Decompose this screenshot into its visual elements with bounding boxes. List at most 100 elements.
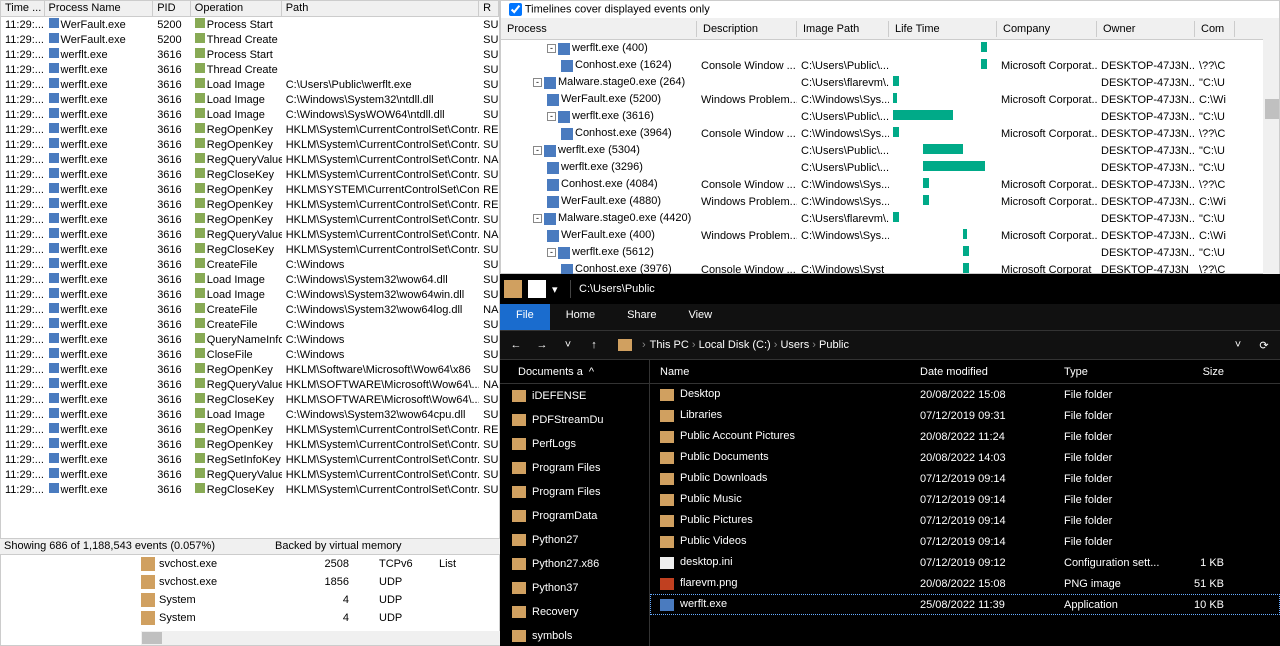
event-row[interactable]: 11:29:...werflt.exe3616CreateFileC:\Wind…: [1, 317, 499, 332]
tree-toggle-icon[interactable]: -: [533, 214, 542, 223]
event-row[interactable]: 11:29:...werflt.exe3616Process StartSU: [1, 47, 499, 62]
event-row[interactable]: 11:29:...werflt.exe3616RegCloseKeyHKLM\S…: [1, 242, 499, 257]
event-row[interactable]: 11:29:...WerFault.exe5200Process StartSU: [1, 17, 499, 32]
file-list-item[interactable]: Libraries07/12/2019 09:31File folder: [650, 405, 1280, 426]
col-date-modified[interactable]: Date modified: [910, 366, 1054, 378]
breadcrumb-item[interactable]: Users: [780, 339, 809, 351]
file-list-item[interactable]: werflt.exe25/08/2022 11:39Application10 …: [650, 594, 1280, 615]
nav-tree-item[interactable]: Program Files: [500, 456, 649, 480]
nav-tree-header[interactable]: Documents a ^: [500, 360, 649, 384]
event-row[interactable]: 11:29:...werflt.exe3616Load ImageC:\Wind…: [1, 92, 499, 107]
process-tree-row[interactable]: WerFault.exe (5200)Windows Problem...C:\…: [501, 91, 1279, 108]
nav-tree-item[interactable]: Python27.x86: [500, 552, 649, 576]
tree-scrollbar[interactable]: [1263, 19, 1279, 275]
file-list-item[interactable]: Public Pictures07/12/2019 09:14File fold…: [650, 510, 1280, 531]
network-row[interactable]: svchost.exe2508TCPv6List: [1, 555, 499, 573]
col-type[interactable]: Type: [1054, 366, 1174, 378]
event-row[interactable]: 11:29:...werflt.exe3616RegOpenKeyHKLM\Sy…: [1, 122, 499, 137]
tree-col-process[interactable]: Process: [501, 21, 697, 37]
nav-tree-item[interactable]: PDFStreamDu: [500, 408, 649, 432]
event-row[interactable]: 11:29:...werflt.exe3616RegOpenKeyHKLM\Sy…: [1, 422, 499, 437]
nav-tree-item[interactable]: Python27: [500, 528, 649, 552]
scrollbar-thumb[interactable]: [142, 632, 162, 644]
nav-tree-item[interactable]: Python37: [500, 576, 649, 600]
event-row[interactable]: 11:29:...werflt.exe3616Load ImageC:\Wind…: [1, 107, 499, 122]
nav-tree-item[interactable]: Recovery: [500, 600, 649, 624]
event-row[interactable]: 11:29:...werflt.exe3616RegCloseKeyHKLM\S…: [1, 392, 499, 407]
nav-tree-item[interactable]: symbols: [500, 624, 649, 646]
ribbon-file-tab[interactable]: File: [500, 304, 550, 330]
network-row[interactable]: System4UDP: [1, 591, 499, 609]
process-tree-row[interactable]: -Malware.stage0.exe (4420)C:\Users\flare…: [501, 210, 1279, 227]
file-list-item[interactable]: Public Account Pictures20/08/2022 11:24F…: [650, 426, 1280, 447]
nav-history-dropdown[interactable]: ˅: [560, 339, 576, 351]
event-row[interactable]: 11:29:...werflt.exe3616CreateFileC:\Wind…: [1, 302, 499, 317]
tree-toggle-icon[interactable]: -: [547, 112, 556, 121]
explorer-titlebar[interactable]: ▾ C:\Users\Public: [500, 274, 1280, 304]
network-row[interactable]: svchost.exe1856UDP: [1, 573, 499, 591]
tree-toggle-icon[interactable]: -: [533, 146, 542, 155]
ribbon-home-tab[interactable]: Home: [550, 304, 611, 330]
tree-col-description[interactable]: Description: [697, 21, 797, 37]
event-row[interactable]: 11:29:...werflt.exe3616RegQueryValueHKLM…: [1, 467, 499, 482]
tree-toggle-icon[interactable]: -: [547, 44, 556, 53]
nav-tree-item[interactable]: PerfLogs: [500, 432, 649, 456]
tree-col-owner[interactable]: Owner: [1097, 21, 1195, 37]
nav-refresh-button[interactable]: ⟳: [1256, 339, 1272, 352]
nav-tree-item[interactable]: ProgramData: [500, 504, 649, 528]
event-row[interactable]: 11:29:...werflt.exe3616RegOpenKeyHKLM\So…: [1, 362, 499, 377]
col-result[interactable]: R: [479, 1, 499, 16]
event-row[interactable]: 11:29:...werflt.exe3616RegOpenKeyHKLM\Sy…: [1, 137, 499, 152]
breadcrumb-item[interactable]: Local Disk (C:): [699, 339, 771, 351]
event-row[interactable]: 11:29:...werflt.exe3616RegCloseKeyHKLM\S…: [1, 167, 499, 182]
tree-col-life-time[interactable]: Life Time: [889, 21, 997, 37]
process-tree-row[interactable]: -werflt.exe (400): [501, 40, 1279, 57]
event-row[interactable]: 11:29:...WerFault.exe5200Thread CreateSU: [1, 32, 499, 47]
col-path[interactable]: Path: [282, 1, 479, 16]
horizontal-scrollbar[interactable]: [141, 631, 501, 645]
tree-col-command[interactable]: Com: [1195, 21, 1235, 37]
event-row[interactable]: 11:29:...werflt.exe3616Load ImageC:\Wind…: [1, 272, 499, 287]
nav-tree-item[interactable]: iDEFENSE: [500, 384, 649, 408]
file-list-item[interactable]: desktop.ini07/12/2019 09:12Configuration…: [650, 552, 1280, 573]
event-row[interactable]: 11:29:...werflt.exe3616RegQueryValueHKLM…: [1, 227, 499, 242]
tree-col-company[interactable]: Company: [997, 21, 1097, 37]
file-list-item[interactable]: Public Documents20/08/2022 14:03File fol…: [650, 447, 1280, 468]
nav-tree-item[interactable]: Program Files: [500, 480, 649, 504]
event-row[interactable]: 11:29:...werflt.exe3616RegOpenKeyHKLM\Sy…: [1, 212, 499, 227]
col-name[interactable]: Name: [650, 366, 910, 378]
explorer-nav-tree[interactable]: Documents a ^ iDEFENSEPDFStreamDuPerfLog…: [500, 360, 650, 646]
process-tree-row[interactable]: WerFault.exe (4880)Windows Problem...C:\…: [501, 193, 1279, 210]
event-row[interactable]: 11:29:...werflt.exe3616RegQueryValueHKLM…: [1, 377, 499, 392]
col-size[interactable]: Size: [1174, 366, 1234, 378]
tree-toggle-icon[interactable]: -: [547, 248, 556, 257]
event-row[interactable]: 11:29:...werflt.exe3616RegSetInfoKeyHKLM…: [1, 452, 499, 467]
file-list-item[interactable]: flarevm.png20/08/2022 15:08PNG image51 K…: [650, 573, 1280, 594]
nav-forward-button[interactable]: →: [534, 339, 550, 351]
file-list-item[interactable]: Public Videos07/12/2019 09:14File folder: [650, 531, 1280, 552]
network-row[interactable]: System4UDP: [1, 609, 499, 627]
event-row[interactable]: 11:29:...werflt.exe3616RegOpenKeyHKLM\Sy…: [1, 197, 499, 212]
process-tree-row[interactable]: Conhost.exe (3964)Console Window ...C:\W…: [501, 125, 1279, 142]
event-row[interactable]: 11:29:...werflt.exe3616Load ImageC:\Wind…: [1, 287, 499, 302]
tree-scrollbar-thumb[interactable]: [1265, 99, 1279, 119]
col-time[interactable]: Time ...: [1, 1, 45, 16]
file-list-item[interactable]: Public Music07/12/2019 09:14File folder: [650, 489, 1280, 510]
ribbon-view-tab[interactable]: View: [672, 304, 728, 330]
process-tree-row[interactable]: Conhost.exe (1624)Console Window ...C:\U…: [501, 57, 1279, 74]
process-tree-row[interactable]: werflt.exe (3296)C:\Users\Public\...DESK…: [501, 159, 1279, 176]
address-dropdown[interactable]: ˅: [1230, 339, 1246, 351]
process-tree-row[interactable]: -werflt.exe (5612)DESKTOP-47J3N..."C:\U: [501, 244, 1279, 261]
event-row[interactable]: 11:29:...werflt.exe3616Load ImageC:\Wind…: [1, 407, 499, 422]
event-row[interactable]: 11:29:...werflt.exe3616CloseFileC:\Windo…: [1, 347, 499, 362]
process-tree-row[interactable]: -Malware.stage0.exe (264)C:\Users\flarev…: [501, 74, 1279, 91]
event-row[interactable]: 11:29:...werflt.exe3616Load ImageC:\User…: [1, 77, 499, 92]
file-list-item[interactable]: Public Downloads07/12/2019 09:14File fol…: [650, 468, 1280, 489]
timeline-checkbox[interactable]: [509, 3, 522, 16]
properties-icon[interactable]: [528, 280, 546, 298]
tree-toggle-icon[interactable]: -: [533, 78, 542, 87]
process-tree-row[interactable]: -werflt.exe (3616)C:\Users\Public\...DES…: [501, 108, 1279, 125]
nav-back-button[interactable]: ←: [508, 339, 524, 351]
event-row[interactable]: 11:29:...werflt.exe3616RegOpenKeyHKLM\SY…: [1, 182, 499, 197]
process-tree-row[interactable]: -werflt.exe (5304)C:\Users\Public\...DES…: [501, 142, 1279, 159]
